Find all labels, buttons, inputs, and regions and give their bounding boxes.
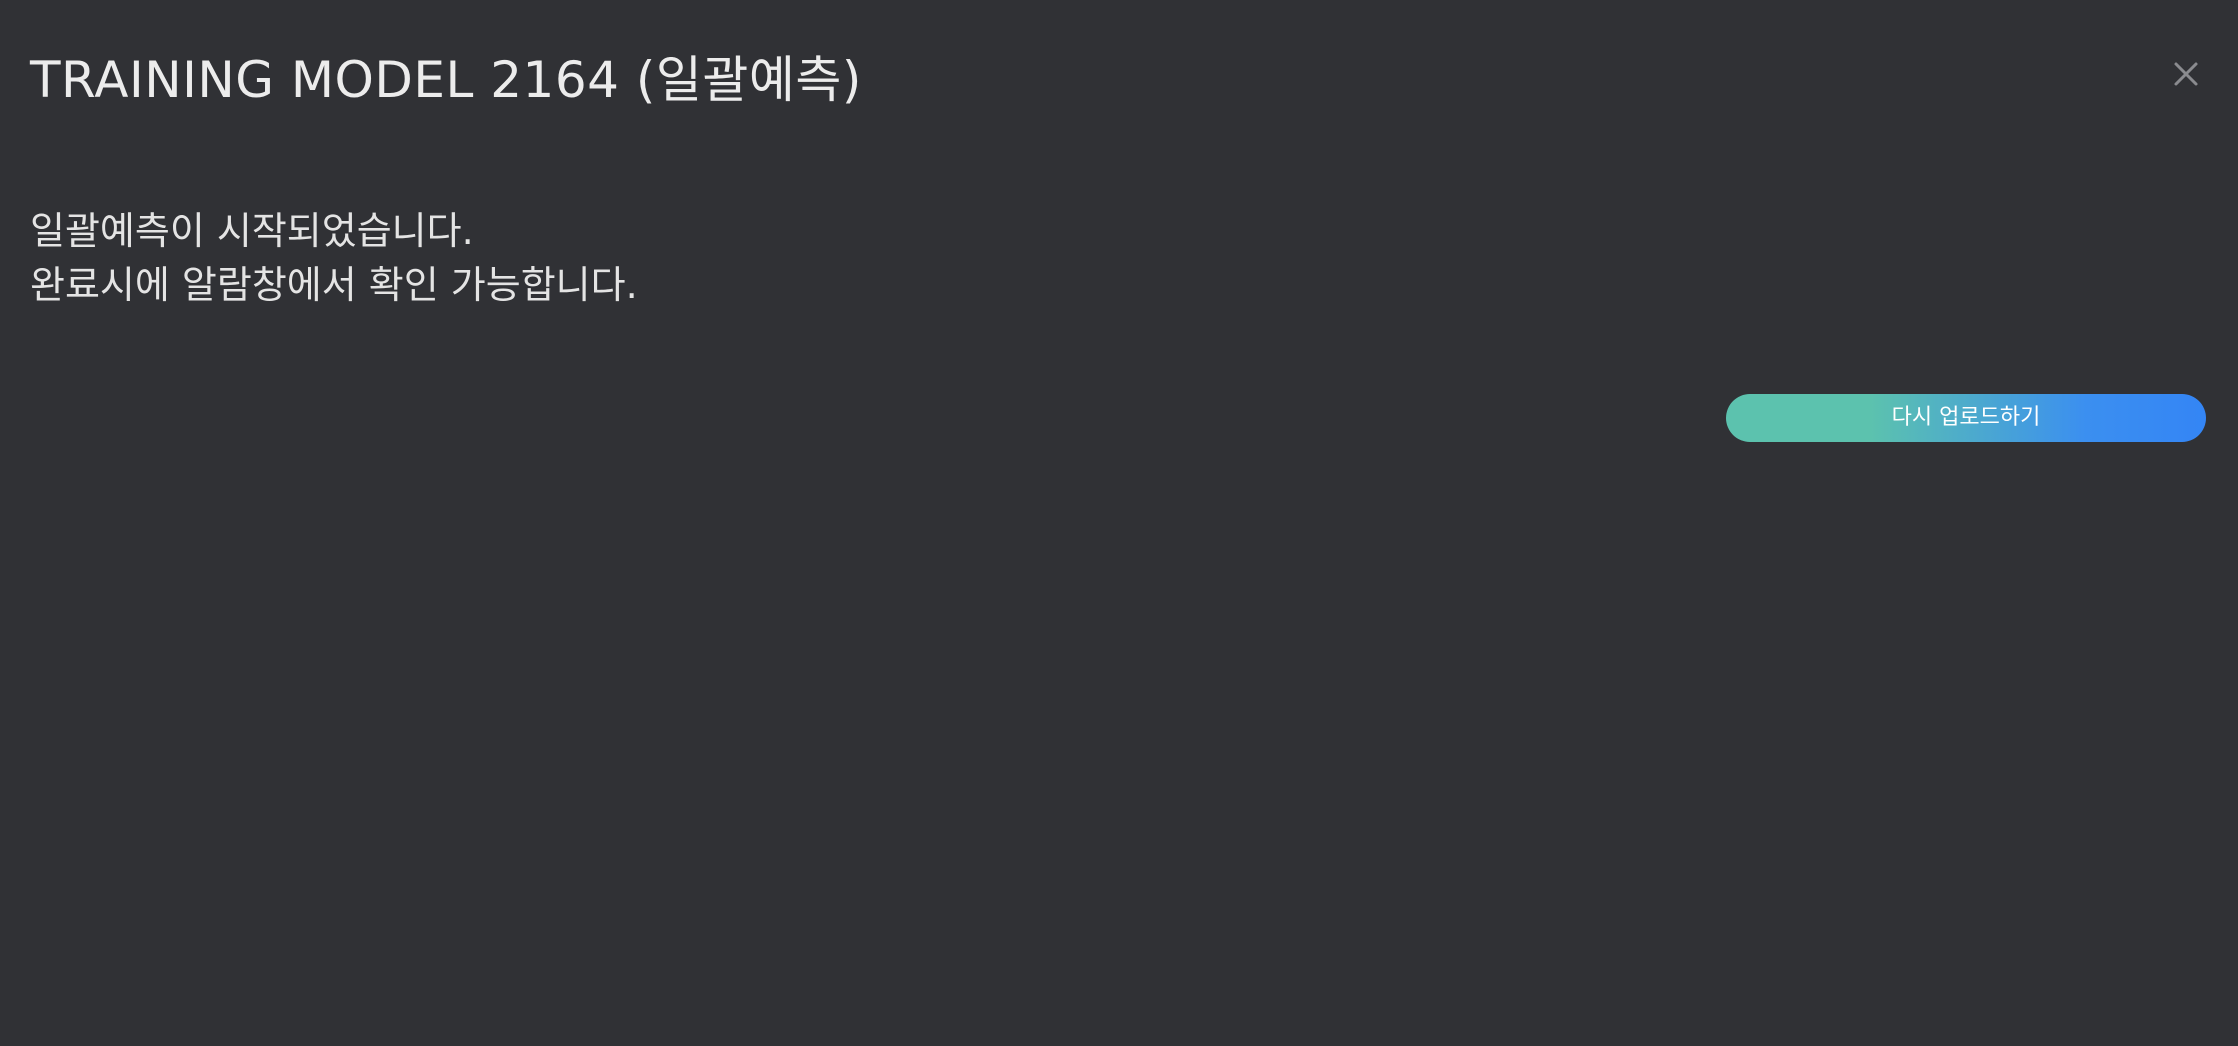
message-line-notification: 완료시에 알람창에서 확인 가능합니다. xyxy=(30,263,638,307)
close-icon xyxy=(2174,62,2198,86)
batch-prediction-dialog: TRAINING MODEL 2164 (일괄예측) 일괄예측이 시작되었습니다… xyxy=(0,0,2238,1046)
reupload-button[interactable]: 다시 업로드하기 xyxy=(1726,394,2206,442)
close-button[interactable] xyxy=(2168,56,2204,92)
dialog-title: TRAINING MODEL 2164 (일괄예측) xyxy=(30,51,862,109)
message-line-started: 일괄예측이 시작되었습니다. xyxy=(30,209,474,253)
status-message: 일괄예측이 시작되었습니다. 완료시에 알람창에서 확인 가능합니다. xyxy=(30,204,1230,312)
